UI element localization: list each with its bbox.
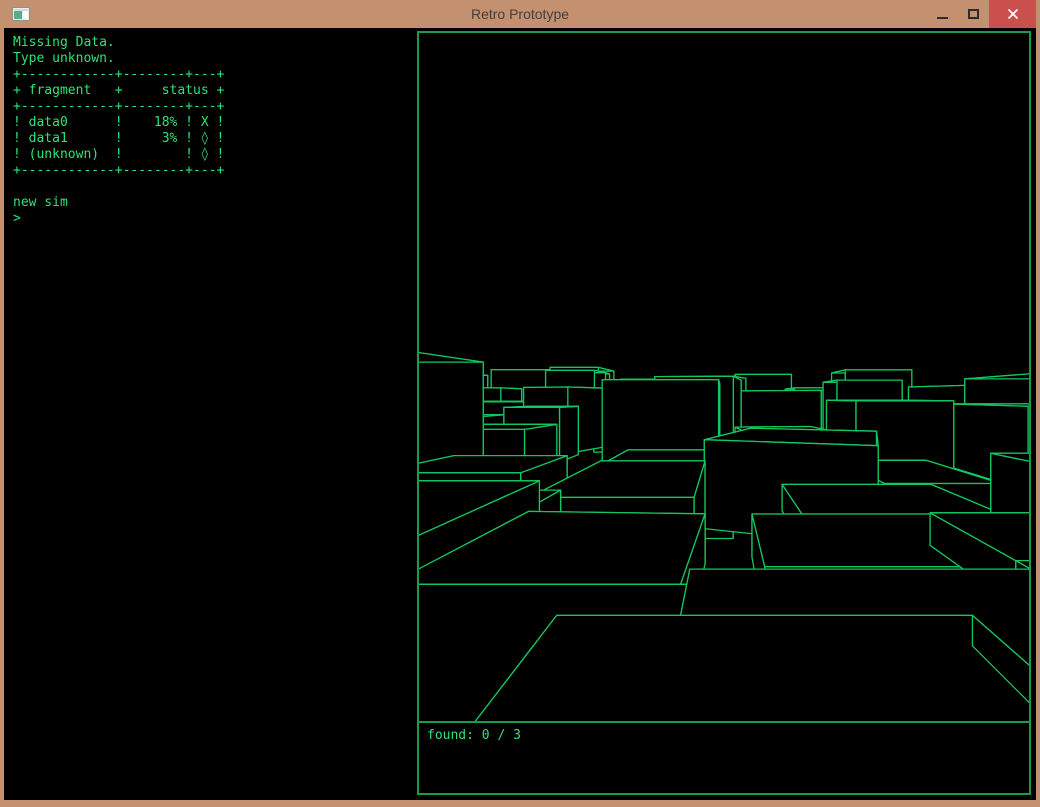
scene-viewport[interactable] [417, 31, 1031, 723]
found-counter: found: 0 / 3 [419, 723, 1029, 744]
wireframe-city-svg [419, 33, 1029, 721]
minimize-button[interactable] [927, 0, 958, 28]
window-controls [927, 0, 1036, 28]
terminal-panel: Missing Data. Type unknown. +-----------… [13, 35, 224, 227]
window-body: Missing Data. Type unknown. +-----------… [4, 28, 1036, 800]
prompt-label: new sim [13, 195, 224, 211]
prompt-symbol: > [13, 211, 21, 226]
maximize-button[interactable] [958, 0, 989, 28]
prompt-block: new sim > [13, 195, 224, 227]
window: Retro Prototype Missing Data. Type unkno… [0, 0, 1040, 807]
close-icon [1007, 8, 1019, 20]
window-title: Retro Prototype [471, 0, 569, 28]
command-prompt[interactable]: > [13, 211, 224, 227]
status-panel: found: 0 / 3 [417, 721, 1031, 795]
minimize-icon [937, 17, 948, 19]
maximize-icon [968, 9, 979, 19]
terminal-output: Missing Data. Type unknown. +-----------… [13, 35, 224, 179]
app-icon[interactable] [12, 7, 30, 21]
titlebar: Retro Prototype [0, 0, 1040, 28]
close-button[interactable] [989, 0, 1036, 28]
